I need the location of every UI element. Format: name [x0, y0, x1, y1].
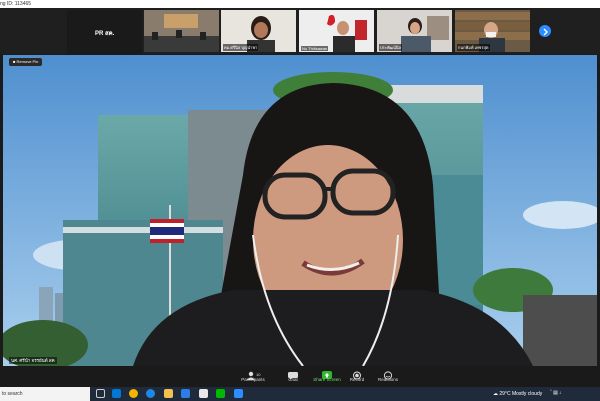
store-icon[interactable] [181, 389, 190, 398]
participant-tile-room[interactable] [144, 10, 219, 52]
main-video: ■ Remove Pin นศ. ศรีนำ จรรยันต์ สค [3, 55, 597, 366]
participants-icon: 10 [236, 367, 270, 380]
host-name: PR สค. [95, 31, 115, 37]
chevron-right-icon[interactable] [539, 25, 551, 37]
share-screen-icon [310, 367, 344, 379]
system-tray[interactable]: ˆ ▤ ♩ [550, 390, 564, 396]
remove-pin-button[interactable]: ■ Remove Pin [9, 58, 43, 66]
weather-temp: 29°C [499, 391, 511, 397]
participant-name: คม.ศรีนิล บุญนำพา [223, 44, 259, 51]
chat-button[interactable]: Chat [276, 367, 310, 382]
weather-text: Mostly cloudy [511, 391, 543, 397]
participants-label: Participants [241, 377, 265, 382]
speaker-name: นศ. ศรีนำ จรรยันต์ สค [9, 357, 57, 364]
remove-pin-label: Remove Pin [16, 59, 39, 64]
participant-tile-2[interactable]: คม.ศรีนิล บุญนำพา [221, 10, 296, 52]
chrome-icon[interactable] [129, 389, 138, 398]
room-video [144, 10, 219, 52]
line-icon[interactable] [216, 389, 225, 398]
weather-widget[interactable]: ☁ 29°C Mostly cloudy [493, 387, 542, 401]
reactions-label: Reactions [377, 377, 398, 382]
taskbar-search-input[interactable]: to search [0, 387, 90, 401]
reactions-icon [371, 367, 405, 380]
share-screen-button[interactable]: Share Screen [310, 367, 344, 382]
participant-name: กนกพิมพ์ เพชรสุด [457, 44, 490, 51]
participant-tile-3[interactable]: Nu Thitisawan [299, 10, 374, 52]
record-button[interactable]: Record [340, 367, 374, 382]
record-label: Record [349, 377, 365, 382]
speaker-video-scene [3, 55, 597, 366]
zoom-icon[interactable] [234, 389, 243, 398]
window-top-strip [0, 0, 600, 8]
participants-button[interactable]: 10 Participants [236, 367, 270, 382]
chevron-up-icon: ˆ [550, 390, 552, 396]
record-icon [340, 367, 374, 380]
participant-name: Nu Thitisawan [301, 46, 329, 51]
participant-tile-4[interactable]: ประพัฒน์นิล [377, 10, 452, 52]
volume-icon: ♩ [559, 390, 565, 396]
edge-browser-icon[interactable] [146, 389, 155, 398]
chat-label: Chat [288, 377, 298, 382]
edge-icon[interactable] [112, 389, 121, 398]
chat-icon [276, 367, 310, 380]
network-icon: ▤ [553, 390, 558, 396]
share-screen-label: Share Screen [313, 377, 341, 382]
participant-name: ประพัฒน์นิล [379, 44, 403, 51]
meeting-controls: 10 Participants Chat Share Screen Record… [0, 366, 600, 387]
participant-tile-5[interactable]: กนกพิมพ์ เพชรสุด [455, 10, 530, 52]
meeting-id: ng ID: 113465 [0, 1, 32, 7]
file-explorer-icon[interactable] [164, 389, 173, 398]
reactions-button[interactable]: Reactions [371, 367, 405, 382]
task-view-icon[interactable] [96, 389, 105, 398]
thumbnail-gallery: PR สค. PR สค. คม.ศรีนิล บุญนำพา [0, 8, 600, 60]
host-tile[interactable]: PR สค. [67, 10, 142, 54]
windows-taskbar: to search ☁ 29°C Mostly cloudy ˆ ▤ ♩ [0, 387, 600, 401]
mail-icon[interactable] [199, 389, 208, 398]
